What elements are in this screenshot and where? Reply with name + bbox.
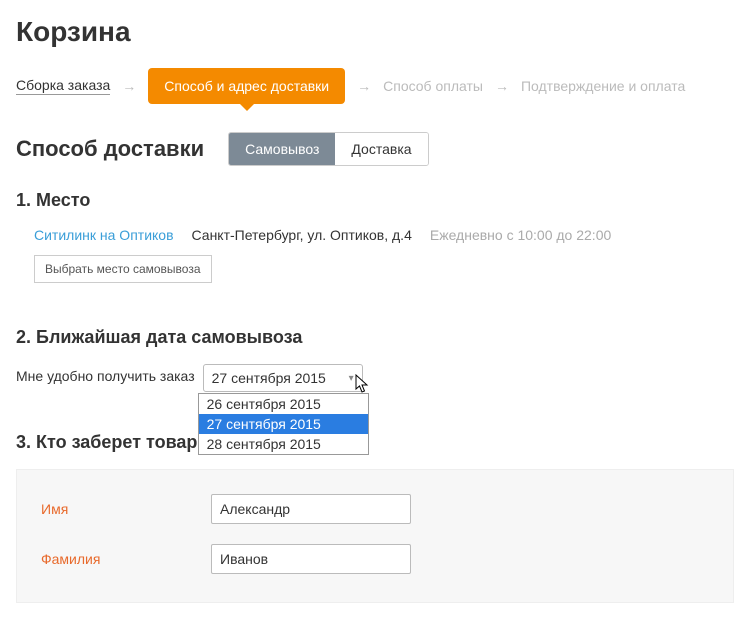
recipient-form: Имя Фамилия: [16, 469, 734, 603]
step-delivery-method[interactable]: Способ и адрес доставки: [148, 68, 345, 104]
date-select[interactable]: 27 сентября 2015 ▾: [203, 364, 363, 392]
pickup-location-info: Ситилинк на Оптиков Санкт-Петербург, ул.…: [34, 227, 734, 243]
name-label: Имя: [41, 501, 211, 517]
delivery-toggle: Самовывоз Доставка: [228, 132, 428, 166]
step-assembly[interactable]: Сборка заказа: [16, 77, 110, 95]
delivery-heading: Способ доставки: [16, 136, 204, 162]
name-input[interactable]: [211, 494, 411, 524]
date-select-value: 27 сентября 2015: [212, 370, 326, 386]
store-link[interactable]: Ситилинк на Оптиков: [34, 227, 174, 243]
date-option[interactable]: 26 сентября 2015: [199, 394, 368, 414]
section-3-heading: 3. Кто заберет товары: [16, 432, 734, 453]
step-payment-method: Способ оплаты: [383, 78, 483, 94]
date-option[interactable]: 27 сентября 2015: [199, 414, 368, 434]
surname-input[interactable]: [211, 544, 411, 574]
arrow-icon: →: [495, 78, 509, 94]
section-1-heading: 1. Место: [16, 190, 734, 211]
pickup-option[interactable]: Самовывоз: [229, 133, 335, 165]
page-title: Корзина: [16, 16, 734, 48]
store-address: Санкт-Петербург, ул. Оптиков, д.4: [192, 227, 412, 243]
surname-label: Фамилия: [41, 551, 211, 567]
choose-pickup-button[interactable]: Выбрать место самовывоза: [34, 255, 212, 283]
checkout-steps: Сборка заказа → Способ и адрес доставки …: [16, 68, 734, 104]
store-hours: Ежедневно с 10:00 до 22:00: [430, 227, 611, 243]
step-confirm: Подтверждение и оплата: [521, 78, 685, 94]
section-2-heading: 2. Ближайшая дата самовывоза: [16, 327, 734, 348]
arrow-icon: →: [357, 78, 371, 94]
date-label: Мне удобно получить заказ: [16, 364, 195, 384]
date-option[interactable]: 28 сентября 2015: [199, 434, 368, 454]
delivery-option[interactable]: Доставка: [335, 133, 427, 165]
chevron-down-icon: ▾: [349, 373, 354, 384]
date-dropdown: 26 сентября 2015 27 сентября 2015 28 сен…: [198, 393, 369, 455]
arrow-icon: →: [122, 78, 136, 94]
